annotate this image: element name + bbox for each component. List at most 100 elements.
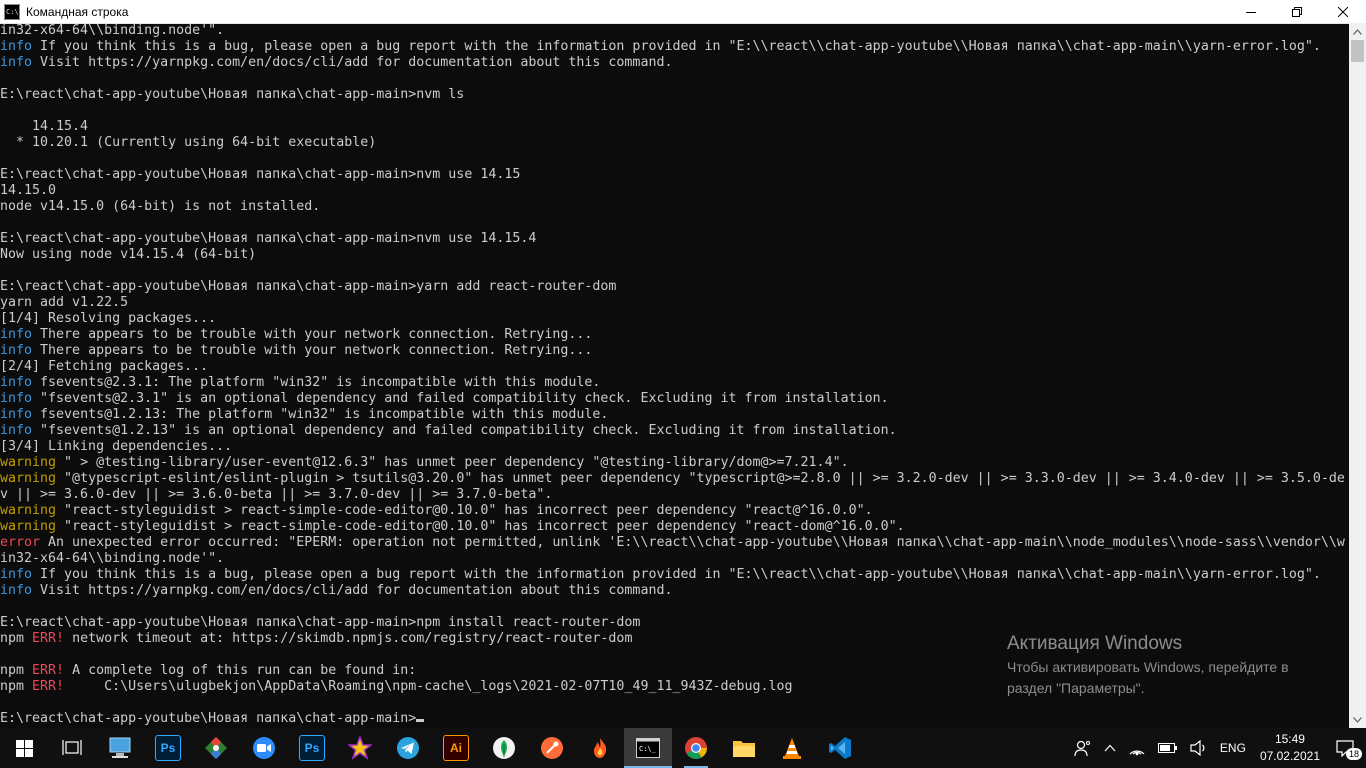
people-button[interactable]	[1068, 728, 1098, 768]
console-text: network timeout at: https://skimdb.npmjs…	[64, 631, 633, 646]
taskbar-app-postman[interactable]	[528, 728, 576, 768]
diamond-icon	[205, 737, 227, 759]
console-text: If you think this is a bug, please open …	[32, 39, 1321, 54]
photoshop-icon: Ps	[155, 735, 181, 761]
text-cursor	[416, 719, 425, 722]
log-level-info: info	[0, 39, 33, 54]
console-text: E:\react\chat-app-youtube\Новая папка\ch…	[0, 615, 641, 630]
console-text: fsevents@2.3.1: The platform "win32" is …	[32, 375, 601, 390]
console-text: [1/4] Resolving packages...	[0, 311, 217, 326]
battery-button[interactable]	[1152, 728, 1184, 768]
taskbar-app-illustrator[interactable]: Ai	[432, 728, 480, 768]
console-line: E:\react\chat-app-youtube\Новая папка\ch…	[0, 711, 1349, 727]
start-button[interactable]	[0, 728, 48, 768]
chrome-icon	[685, 737, 707, 759]
taskbar-app-this-pc[interactable]	[96, 728, 144, 768]
console-line: info Visit https://yarnpkg.com/en/docs/c…	[0, 55, 1349, 71]
language-indicator[interactable]: ENG	[1214, 728, 1252, 768]
taskbar: Ps Ps Ai C:\_ ENG 15:49 07.02.2021 18	[0, 728, 1366, 768]
log-level-error: error	[0, 535, 41, 550]
log-level-info: info	[0, 423, 33, 438]
scroll-down-button[interactable]	[1349, 711, 1366, 728]
log-level-error: ERR!	[32, 679, 65, 694]
telegram-icon	[397, 737, 419, 759]
minimize-button[interactable]	[1228, 0, 1274, 23]
zoom-camera-icon	[253, 737, 275, 759]
network-button[interactable]	[1122, 728, 1152, 768]
taskbar-app-sourcetree[interactable]	[192, 728, 240, 768]
log-level-error: ERR!	[32, 631, 65, 646]
log-level-info: info	[0, 407, 33, 422]
console-output[interactable]: in32-x64-64\\binding.node'". info If you …	[0, 23, 1349, 728]
scroll-up-button[interactable]	[1349, 23, 1366, 40]
console-text: E:\react\chat-app-youtube\Новая папка\ch…	[0, 87, 465, 102]
console-text: "fsevents@1.2.13" is an optional depende…	[32, 423, 897, 438]
show-hidden-icons-button[interactable]	[1098, 728, 1122, 768]
taskbar-app-cmd[interactable]: C:\_	[624, 728, 672, 768]
taskbar-app-photoshop-2[interactable]: Ps	[288, 728, 336, 768]
console-text: npm	[0, 679, 33, 694]
console-text: * 10.20.1 (Currently using 64-bit execut…	[0, 135, 377, 150]
console-text: E:\react\chat-app-youtube\Новая папка\ch…	[0, 279, 617, 294]
title-bar[interactable]: C:\ Командная строка	[0, 0, 1366, 24]
cmd-window[interactable]: C:\ Командная строка in32-x64-64\\bindin…	[0, 0, 1366, 728]
scrollbar-thumb[interactable]	[1351, 40, 1364, 62]
taskbar-app-zoom[interactable]	[240, 728, 288, 768]
photoshop-icon: Ps	[299, 735, 325, 761]
console-text: node v14.15.0 (64-bit) is not installed.	[0, 199, 321, 214]
console-line: 14.15.0	[0, 183, 1349, 199]
windows-activation-watermark: Активация Windows Чтобы активировать Win…	[1007, 631, 1327, 699]
scroll-up-arrow-icon	[1353, 28, 1362, 35]
console-line: warning "react-styleguidist > react-simp…	[0, 503, 1349, 519]
clock-date: 07.02.2021	[1259, 749, 1320, 763]
folder-icon	[733, 741, 755, 757]
illustrator-icon: Ai	[443, 735, 469, 761]
console-text: A complete log of this run can be found …	[64, 663, 417, 678]
cmd-icon: C:\_	[636, 738, 660, 758]
console-line: 14.15.4	[0, 119, 1349, 135]
taskbar-app-flame[interactable]	[576, 728, 624, 768]
console-text: [2/4] Fetching packages...	[0, 359, 209, 374]
log-level-info: info	[0, 375, 33, 390]
console-line: in32-x64-64\\binding.node'".	[0, 23, 1349, 39]
action-center-button[interactable]: 18	[1328, 728, 1366, 768]
console-text: npm	[0, 663, 33, 678]
console-text: If you think this is a bug, please open …	[32, 567, 1321, 582]
maximize-button[interactable]	[1274, 0, 1320, 23]
close-icon	[1338, 6, 1348, 17]
log-level-warning: warning	[0, 519, 57, 534]
speaker-icon	[1190, 740, 1205, 756]
console-text: C:\Users\ulugbekjon\AppData\Roaming\npm-…	[64, 679, 793, 694]
taskbar-app-vscode[interactable]	[816, 728, 864, 768]
vertical-scrollbar[interactable]	[1349, 23, 1366, 728]
battery-icon	[1157, 743, 1177, 753]
volume-button[interactable]	[1184, 728, 1214, 768]
console-line: info Visit https://yarnpkg.com/en/docs/c…	[0, 583, 1349, 599]
taskbar-app-chrome[interactable]	[672, 728, 720, 768]
console-line: warning "react-styleguidist > react-simp…	[0, 519, 1349, 535]
minimize-icon	[1246, 11, 1256, 13]
console-text: "@typescript-eslint/eslint-plugin > tsut…	[56, 471, 1345, 486]
console-text: v || >= 3.6.0-dev || >= 3.6.0-beta || >=…	[0, 487, 553, 502]
console-text: "react-styleguidist > react-simple-code-…	[56, 519, 905, 534]
taskbar-app-vlc[interactable]	[768, 728, 816, 768]
restore-icon	[1292, 6, 1302, 17]
taskbar-app-star[interactable]	[336, 728, 384, 768]
console-line: info "fsevents@1.2.13" is an optional de…	[0, 423, 1349, 439]
taskbar-app-explorer[interactable]	[720, 728, 768, 768]
cmd-app-icon[interactable]: C:\	[4, 3, 20, 20]
star-icon	[348, 736, 372, 760]
close-button[interactable]	[1320, 0, 1366, 23]
clock[interactable]: 15:49 07.02.2021	[1252, 731, 1328, 765]
taskbar-app-photoshop[interactable]: Ps	[144, 728, 192, 768]
console-line: E:\react\chat-app-youtube\Новая папка\ch…	[0, 615, 1349, 631]
activation-title: Активация Windows	[1007, 633, 1183, 654]
postman-icon	[541, 737, 563, 759]
taskbar-app-telegram[interactable]	[384, 728, 432, 768]
log-level-info: info	[0, 327, 33, 342]
taskbar-app-mongodb[interactable]	[480, 728, 528, 768]
task-view-button[interactable]	[48, 728, 96, 768]
